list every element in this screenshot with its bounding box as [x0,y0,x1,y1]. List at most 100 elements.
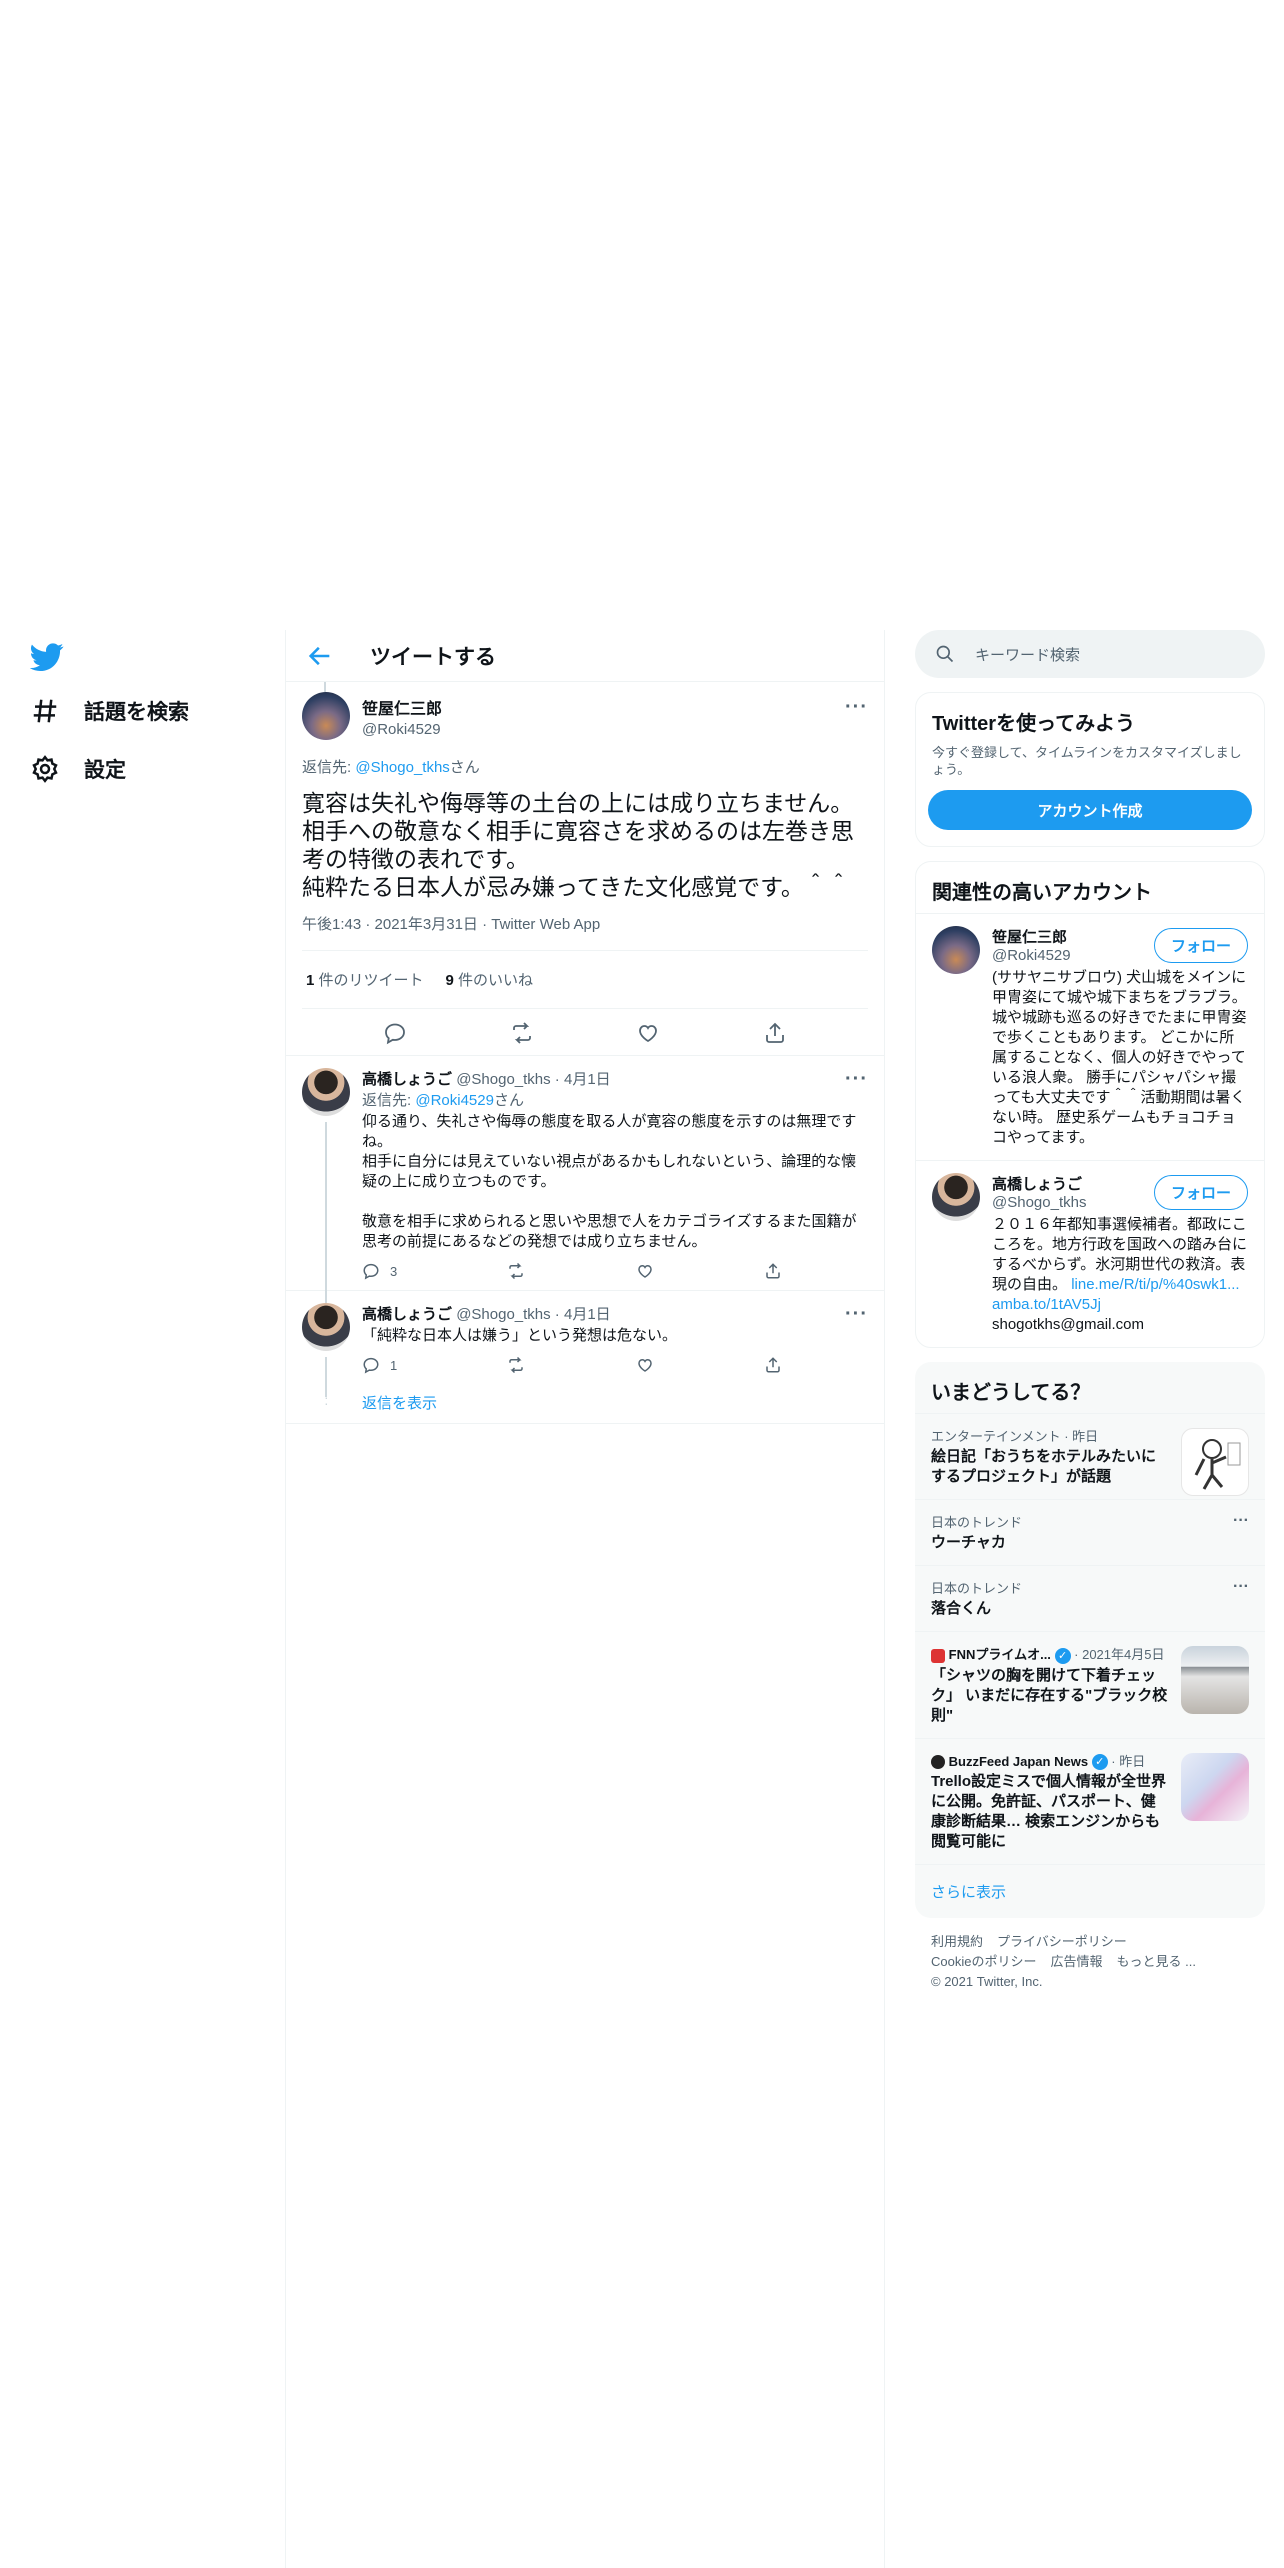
nav-item-label: 設定 [84,759,126,782]
footer-link[interactable]: プライバシーポリシー [997,1934,1127,1949]
avatar[interactable] [302,692,350,740]
follow-button[interactable]: フォロー [1153,928,1248,963]
trend-item[interactable]: 日本のトレンド 落合くん ··· [915,1565,1265,1631]
nav-item-settings[interactable]: 設定 [30,754,126,784]
share-button[interactable] [764,1262,782,1280]
reply-icon [363,1357,379,1374]
like-button[interactable] [636,1356,654,1374]
trends-card: いまどうしてる？ エンターテインメント · 昨日 絵日記「おうちをホテルみたいに… [915,1362,1265,1919]
footer-link[interactable]: 利用規約 [931,1934,983,1949]
trend-title: 落合くん [931,1600,992,1617]
retweet-button[interactable] [507,1262,525,1280]
trend-item[interactable]: エンターテインメント · 昨日 絵日記「おうちをホテルみたいにするプロジェクト」… [915,1413,1265,1499]
author-name[interactable]: 笹屋仁三郎 [362,695,442,719]
account-item[interactable]: 高橋しょうご @Shogo_tkhs ２０１６年都知事選候補者。都政にこころを。… [916,1160,1264,1347]
bio-link[interactable]: amba.to/1tAV5Jj [992,1296,1101,1313]
related-accounts-card: 関連性の高いアカウント 笹屋仁三郎 @Roki4529 (ササヤニサブロウ) 犬… [915,861,1265,1348]
account-item[interactable]: 笹屋仁三郎 @Roki4529 (ササヤニサブロウ) 犬山城をメインに甲冑姿にて… [916,913,1264,1160]
thread-dots: · · · [324,1383,329,1411]
reply-context: 返信先: @Shogo_tkhsさん [302,756,868,777]
more-options-icon[interactable]: ··· [1233,1512,1249,1530]
tweet-timestamp[interactable]: 午後1:43 · 2021年3月31日 · Twitter Web App [302,913,868,951]
page-header: ツイートする [286,630,884,682]
reply-button[interactable]: 1 [362,1356,397,1374]
related-title: 関連性の高いアカウント [932,882,1152,904]
trend-item[interactable]: 日本のトレンド ウーチャカ ··· [915,1499,1265,1565]
share-icon[interactable] [763,1021,787,1045]
footer-link[interactable]: Cookieのポリシー [931,1954,1036,1969]
signup-title: Twitterを使ってみよう [932,713,1136,735]
tweet-text: 寛容は失礼や侮辱等の土台の上には成り立ちません。 相手への敬意なく相手に寛容さを… [302,790,854,900]
create-account-button[interactable]: アカウント作成 [928,790,1252,830]
like-icon [637,1358,652,1372]
likes-label: 件のいいね [453,972,534,989]
reply-context: 返信先: @Roki4529さん [362,1089,868,1110]
tweet-date[interactable]: · 4月1日 [551,1071,611,1088]
reply-icon [363,1263,379,1280]
verified-badge-icon: ✓ [1091,1754,1108,1771]
search-input[interactable]: キーワード検索 [975,644,1080,665]
reply-icon[interactable] [383,1021,407,1045]
footer-link[interactable]: 広告情報 [1050,1954,1102,1969]
search-box[interactable]: キーワード検索 [915,630,1265,678]
avatar[interactable] [932,1173,980,1221]
trend-item[interactable]: FNNプライムオ... ✓ · 2021年4月5日 「シャツの胸を開けて下着チェ… [915,1631,1265,1738]
show-more-link[interactable]: さらに表示 [915,1864,1265,1918]
thread-line [325,1122,327,1312]
avatar[interactable] [932,926,980,974]
avatar[interactable] [302,1303,350,1351]
reply-tweet[interactable]: 高橋しょうご @Shogo_tkhs · 4月1日 「純粋な日本人は嫌う」という… [286,1291,884,1397]
trend-thumbnail [1181,1752,1249,1821]
reply-to-link[interactable]: @Shogo_tkhs [355,759,449,776]
reply-tweet[interactable]: 高橋しょうご @Shogo_tkhs · 4月1日 返信先: @Roki4529… [286,1056,884,1312]
more-options-icon[interactable]: ··· [845,1303,868,1326]
trend-meta: 日本のトレンド [931,1515,1023,1530]
reply-to-link[interactable]: @Roki4529 [415,1092,494,1109]
retweets-stat[interactable]: 1 件のリツイート [306,969,424,990]
avatar[interactable] [302,1068,350,1116]
illustration-image [1194,1439,1241,1490]
author-name[interactable]: 高橋しょうご [362,1071,452,1088]
reply-suffix: さん [449,759,480,776]
reply-prefix: 返信先: [302,759,356,776]
author-handle[interactable]: @Roki4529 [362,721,442,738]
more-options-icon[interactable]: ··· [1233,1578,1249,1596]
retweet-icon[interactable] [510,1021,534,1045]
retweet-button[interactable] [507,1356,525,1374]
retweets-label: 件のリツイート [314,972,424,989]
follow-button[interactable]: フォロー [1153,1175,1248,1210]
author-handle[interactable]: @Shogo_tkhs [456,1071,550,1088]
reply-button[interactable]: 3 [362,1262,397,1280]
show-replies-link[interactable]: · · · 返信を表示 [286,1384,884,1424]
likes-stat[interactable]: 9 件のいいね [446,969,534,990]
main-column: ツイートする ··· 笹屋仁三郎 @Roki4529 返信先: @Shogo_t… [285,630,885,2568]
back-arrow-icon[interactable] [306,642,334,670]
like-button[interactable] [636,1262,654,1280]
footer: 利用規約 プライバシーポリシー Cookieのポリシー 広告情報 もっと見る ... … [915,1918,1265,2006]
more-options-icon[interactable]: ··· [845,696,868,719]
reply-suffix: さん [493,1092,524,1109]
author-handle[interactable]: @Shogo_tkhs [456,1306,550,1323]
like-icon [637,1264,652,1278]
tweet-stats: 1 件のリツイート 9 件のいいね [302,951,868,1009]
author-name[interactable]: 高橋しょうご [362,1306,452,1323]
account-bio: ２０１６年都知事選候補者。都政にこころを。地方行政を国政への踏み台にするべからず… [992,1215,1248,1335]
trend-title: ウーチャカ [931,1534,1006,1551]
trend-meta: · 昨日 [1107,1753,1146,1769]
trend-item[interactable]: BuzzFeed Japan News ✓ · 昨日 Trello設定ミスで個人… [915,1737,1265,1865]
news-source: FNNプライムオ... [948,1647,1051,1662]
nav-item-explore[interactable]: 話題を検索 [30,696,189,726]
share-button[interactable] [764,1356,782,1374]
retweet-icon [509,1262,524,1280]
like-icon[interactable] [636,1021,660,1045]
twitter-bird-icon[interactable] [30,640,64,674]
source-logo [931,1648,945,1663]
tweet-date[interactable]: · 4月1日 [551,1306,611,1323]
bio-link[interactable]: line.me/R/ti/p/%40swk1... [1071,1276,1239,1293]
footer-link[interactable]: もっと見る ... [1116,1954,1195,1969]
page-title: ツイートする [370,645,496,669]
more-options-icon[interactable]: ··· [845,1068,868,1091]
account-bio: (ササヤニサブロウ) 犬山城をメインに甲冑姿にて城や城下まちをブラブラ。城や城跡… [992,969,1247,1146]
thread-line [324,682,326,692]
reply-count: 1 [390,1357,398,1373]
